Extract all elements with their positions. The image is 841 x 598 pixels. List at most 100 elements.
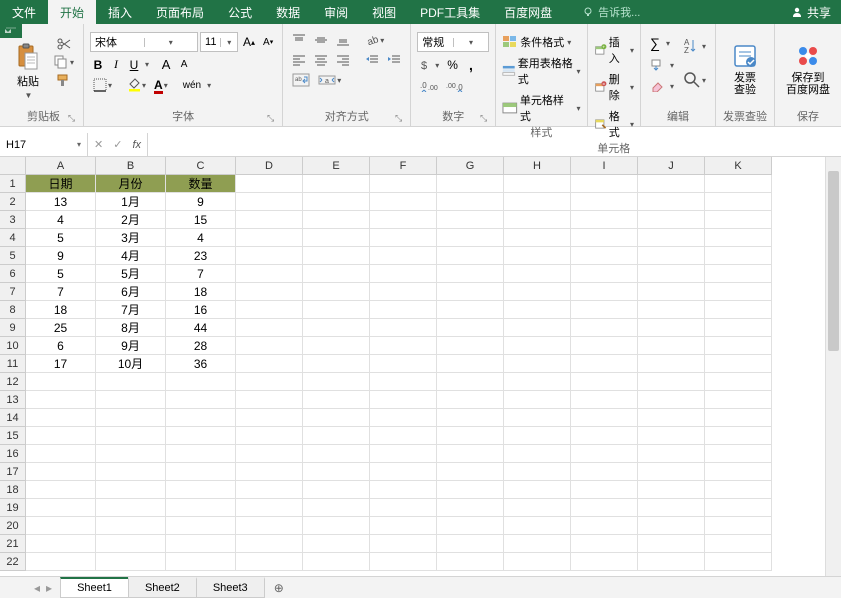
save-to-baidu-button[interactable]: 保存到 百度网盘 bbox=[781, 30, 835, 108]
row-header[interactable]: 10 bbox=[0, 337, 26, 355]
row-header[interactable]: 16 bbox=[0, 445, 26, 463]
cell[interactable] bbox=[504, 373, 571, 391]
column-header[interactable]: K bbox=[705, 157, 772, 175]
tab-pdf-tools[interactable]: PDF工具集 bbox=[408, 0, 492, 24]
align-bottom-button[interactable] bbox=[333, 32, 353, 48]
cell[interactable] bbox=[370, 553, 437, 571]
tab-formulas[interactable]: 公式 bbox=[216, 0, 264, 24]
cell[interactable] bbox=[166, 535, 236, 553]
cell[interactable] bbox=[504, 229, 571, 247]
cell[interactable] bbox=[437, 229, 504, 247]
chevron-down-icon[interactable]: ▾ bbox=[666, 39, 670, 48]
cell[interactable]: 8月 bbox=[96, 319, 166, 337]
fill-button[interactable] bbox=[647, 57, 667, 73]
cell[interactable] bbox=[571, 427, 638, 445]
tab-home[interactable]: 开始 bbox=[48, 0, 96, 24]
cell[interactable] bbox=[504, 247, 571, 265]
merge-center-button[interactable]: a▾ bbox=[315, 72, 344, 88]
column-header[interactable]: F bbox=[370, 157, 437, 175]
wrap-text-button[interactable]: ab bbox=[289, 72, 313, 88]
cell[interactable] bbox=[437, 373, 504, 391]
sheet-tab[interactable]: Sheet2 bbox=[128, 577, 197, 598]
cell[interactable] bbox=[504, 319, 571, 337]
cell[interactable] bbox=[705, 247, 772, 265]
cell[interactable] bbox=[504, 499, 571, 517]
cell[interactable]: 17 bbox=[26, 355, 96, 373]
format-cells-button[interactable]: 格式▾ bbox=[594, 108, 634, 140]
cell[interactable] bbox=[26, 409, 96, 427]
cell[interactable] bbox=[303, 445, 370, 463]
cell[interactable] bbox=[370, 229, 437, 247]
cell[interactable] bbox=[26, 373, 96, 391]
enter-formula-button[interactable]: ✓ bbox=[113, 138, 122, 151]
cell[interactable]: 36 bbox=[166, 355, 236, 373]
cell[interactable] bbox=[96, 463, 166, 481]
font-name-combo[interactable]: 宋体▾ bbox=[90, 32, 198, 52]
cell[interactable] bbox=[236, 193, 303, 211]
cell[interactable] bbox=[638, 373, 705, 391]
cell[interactable]: 13 bbox=[26, 193, 96, 211]
cell[interactable] bbox=[705, 409, 772, 427]
cell[interactable] bbox=[638, 229, 705, 247]
cell[interactable] bbox=[96, 553, 166, 571]
cell[interactable] bbox=[96, 535, 166, 553]
column-header[interactable]: B bbox=[96, 157, 166, 175]
cell[interactable]: 18 bbox=[26, 301, 96, 319]
sheet-tab[interactable]: Sheet3 bbox=[196, 577, 265, 598]
cell[interactable]: 5 bbox=[26, 229, 96, 247]
cell[interactable] bbox=[26, 481, 96, 499]
cell[interactable] bbox=[638, 535, 705, 553]
autosum-button[interactable]: ∑ bbox=[647, 34, 663, 52]
cell[interactable]: 2月 bbox=[96, 211, 166, 229]
column-header[interactable]: A bbox=[26, 157, 96, 175]
cell[interactable] bbox=[705, 355, 772, 373]
cell[interactable] bbox=[26, 517, 96, 535]
cell[interactable] bbox=[705, 211, 772, 229]
cell[interactable] bbox=[437, 427, 504, 445]
cell[interactable] bbox=[705, 481, 772, 499]
cell[interactable] bbox=[638, 319, 705, 337]
row-header[interactable]: 17 bbox=[0, 463, 26, 481]
cell[interactable] bbox=[303, 373, 370, 391]
cell[interactable] bbox=[303, 175, 370, 193]
cell[interactable] bbox=[571, 391, 638, 409]
underline-button[interactable]: U bbox=[126, 57, 142, 73]
chevron-down-icon[interactable]: ▾ bbox=[670, 82, 674, 91]
row-header[interactable]: 5 bbox=[0, 247, 26, 265]
cell[interactable]: 5月 bbox=[96, 265, 166, 283]
cell[interactable] bbox=[96, 517, 166, 535]
cell[interactable] bbox=[437, 355, 504, 373]
cell[interactable] bbox=[571, 301, 638, 319]
cell[interactable] bbox=[303, 301, 370, 319]
cell[interactable] bbox=[571, 481, 638, 499]
cell[interactable] bbox=[26, 535, 96, 553]
cell[interactable] bbox=[236, 229, 303, 247]
cell[interactable] bbox=[370, 409, 437, 427]
cell[interactable] bbox=[166, 481, 236, 499]
cell[interactable] bbox=[504, 355, 571, 373]
chevron-down-icon[interactable]: ▾ bbox=[207, 81, 211, 90]
row-header[interactable]: 8 bbox=[0, 301, 26, 319]
cell[interactable] bbox=[370, 175, 437, 193]
tab-view[interactable]: 视图 bbox=[360, 0, 408, 24]
cell[interactable] bbox=[96, 499, 166, 517]
cell[interactable] bbox=[437, 211, 504, 229]
cell[interactable]: 7月 bbox=[96, 301, 166, 319]
cell[interactable] bbox=[26, 553, 96, 571]
invoice-verify-button[interactable]: 发票 查验 bbox=[722, 30, 768, 108]
cell[interactable] bbox=[236, 301, 303, 319]
cell[interactable] bbox=[96, 481, 166, 499]
row-header[interactable]: 13 bbox=[0, 391, 26, 409]
cell[interactable] bbox=[638, 445, 705, 463]
cell[interactable] bbox=[437, 193, 504, 211]
decrease-font-button2[interactable]: A bbox=[176, 57, 192, 73]
cell[interactable] bbox=[166, 463, 236, 481]
cell[interactable] bbox=[504, 409, 571, 427]
cell[interactable] bbox=[370, 211, 437, 229]
find-select-button[interactable]: ▾ bbox=[680, 70, 709, 90]
row-header[interactable]: 7 bbox=[0, 283, 26, 301]
cell[interactable] bbox=[370, 535, 437, 553]
column-header[interactable]: C bbox=[166, 157, 236, 175]
cell[interactable] bbox=[370, 301, 437, 319]
row-header[interactable]: 1 bbox=[0, 175, 26, 193]
